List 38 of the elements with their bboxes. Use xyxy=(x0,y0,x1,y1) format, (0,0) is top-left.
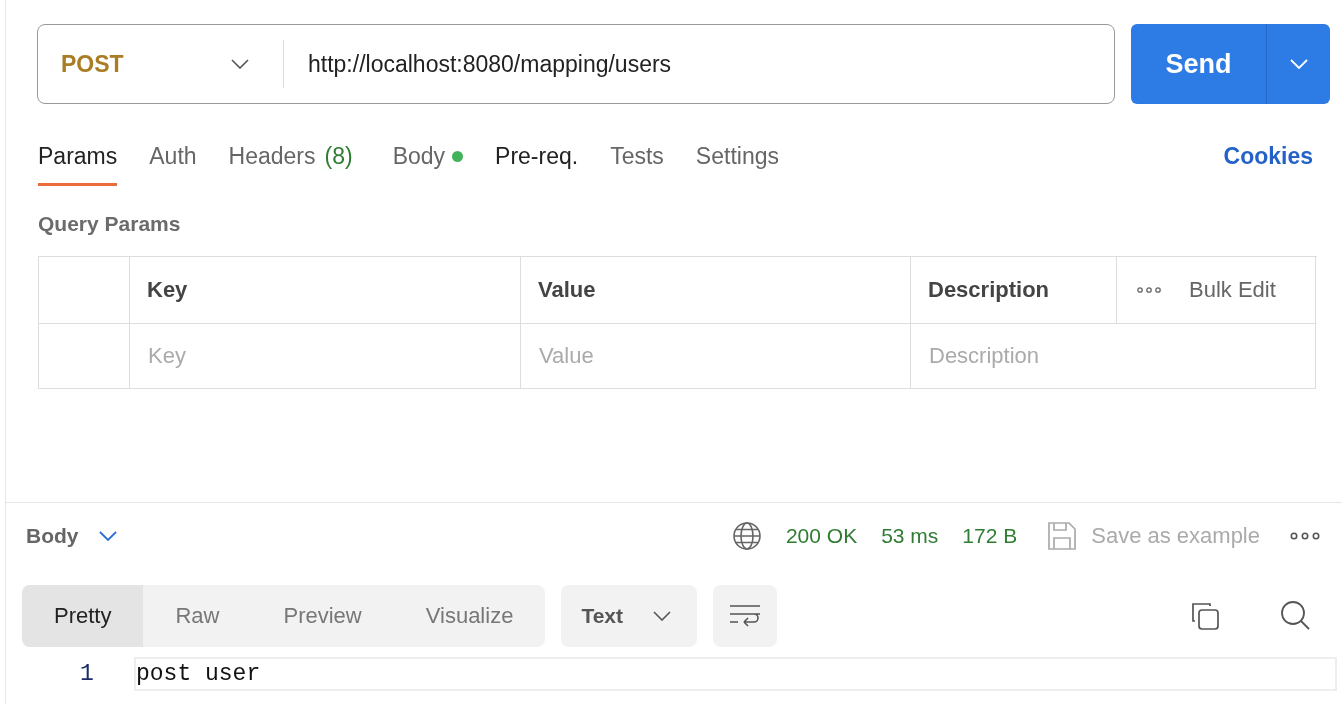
chevron-down-icon xyxy=(231,59,249,69)
line-number: 1 xyxy=(80,661,95,687)
chevron-down-icon xyxy=(98,531,117,541)
more-icon[interactable] xyxy=(1290,532,1320,540)
response-section-dropdown[interactable]: Body xyxy=(26,524,117,548)
wrap-lines-button[interactable] xyxy=(713,585,777,647)
request-tab[interactable]: Headers (8) xyxy=(228,126,361,186)
format-dropdown[interactable]: Text xyxy=(561,585,697,647)
globe-icon[interactable] xyxy=(731,521,762,551)
wrap-lines-icon xyxy=(729,604,761,628)
request-tab[interactable]: Body xyxy=(392,126,464,186)
chevron-down-icon xyxy=(653,611,671,621)
view-mode-tab[interactable]: Preview xyxy=(251,585,394,647)
chevron-down-icon xyxy=(1289,59,1308,69)
method-dropdown[interactable]: POST xyxy=(38,40,284,88)
more-icon[interactable] xyxy=(1137,287,1161,293)
description-field[interactable]: Description xyxy=(911,324,1316,389)
send-button[interactable]: Send xyxy=(1131,24,1266,104)
save-icon xyxy=(1047,521,1078,551)
key-field[interactable]: Key xyxy=(130,324,521,389)
copy-icon[interactable] xyxy=(1190,601,1220,631)
request-tab[interactable]: Tests xyxy=(610,126,664,186)
bulk-edit-link[interactable]: Bulk Edit xyxy=(1189,277,1276,303)
request-tab[interactable]: Auth xyxy=(149,126,197,186)
time-text: 53 ms xyxy=(881,524,939,548)
url-field[interactable]: http://localhost:8080/mapping/users xyxy=(284,44,1114,84)
status-text: 200 OK xyxy=(785,524,858,548)
search-icon[interactable] xyxy=(1280,600,1312,632)
view-mode-tab[interactable]: Raw xyxy=(143,585,252,647)
request-tab[interactable]: Pre-req. xyxy=(495,126,579,186)
value-field[interactable]: Value xyxy=(521,324,911,389)
cookies-link[interactable]: Cookies xyxy=(1223,142,1313,170)
request-tab[interactable]: Params xyxy=(38,126,118,186)
size-text: 172 B xyxy=(962,524,1018,548)
view-mode-tab[interactable]: Visualize xyxy=(393,585,546,647)
view-mode-tab[interactable]: Pretty xyxy=(22,585,144,647)
section-title: Query Params xyxy=(37,211,182,237)
request-tab[interactable]: Settings xyxy=(695,126,779,186)
